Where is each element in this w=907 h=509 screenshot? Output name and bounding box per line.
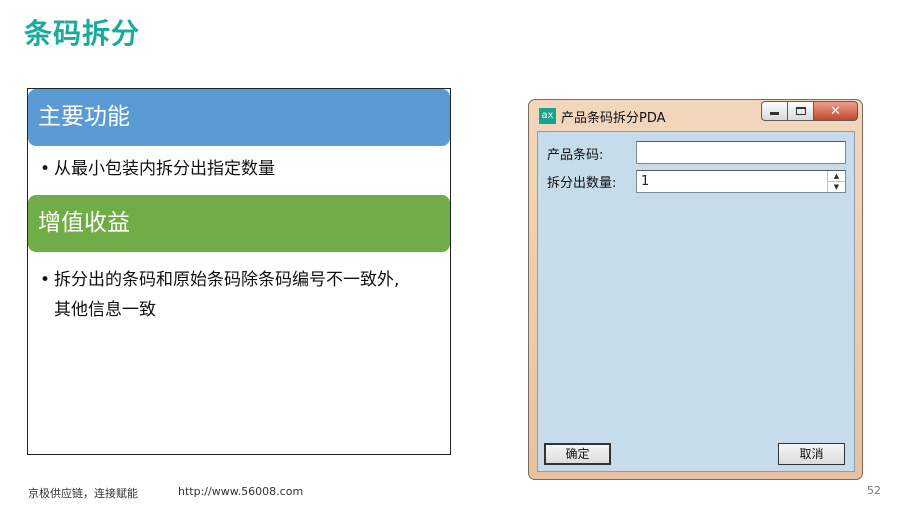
bullet-marker: • bbox=[40, 159, 51, 179]
spin-up-icon[interactable]: ▲ bbox=[828, 171, 845, 181]
quantity-label: 拆分出数量: bbox=[547, 176, 617, 191]
maximize-button[interactable] bbox=[788, 101, 814, 121]
page-number: 52 bbox=[867, 484, 881, 497]
spin-down-icon[interactable]: ▼ bbox=[828, 181, 845, 191]
slide-title: 条码拆分 bbox=[24, 17, 141, 50]
barcode-split-dialog: ax 产品条码拆分PDA ✕ 产品条码: 拆分出数量: 1 ▲ ▼ 确定 取消 bbox=[528, 99, 863, 480]
quantity-value: 1 bbox=[641, 174, 650, 189]
bullet-text-line2: 其他信息一致 bbox=[54, 300, 156, 320]
main-function-bullet: • 从最小包装内拆分出指定数量 bbox=[40, 154, 275, 184]
window-controls: ✕ bbox=[761, 101, 858, 121]
barcode-input[interactable] bbox=[636, 141, 846, 164]
minimize-icon bbox=[770, 112, 779, 115]
ok-button[interactable]: 确定 bbox=[544, 443, 611, 465]
bullet-text: 从最小包装内拆分出指定数量 bbox=[54, 159, 275, 179]
value-added-heading: 增值收益 bbox=[28, 195, 450, 252]
dialog-title: 产品条码拆分PDA bbox=[561, 111, 666, 126]
close-button[interactable]: ✕ bbox=[814, 101, 858, 121]
bullet-text-line1: 拆分出的条码和原始条码除条码编号不一致外, bbox=[54, 270, 400, 290]
cancel-button[interactable]: 取消 bbox=[778, 443, 845, 465]
footer-tagline: 京极供应链，连接赋能 bbox=[28, 487, 138, 500]
barcode-label: 产品条码: bbox=[547, 148, 604, 163]
bullet-marker: • bbox=[40, 270, 51, 290]
quantity-stepper[interactable]: 1 ▲ ▼ bbox=[636, 170, 846, 193]
dialog-titlebar[interactable]: ax 产品条码拆分PDA ✕ bbox=[529, 100, 862, 130]
dialog-client-area: 产品条码: 拆分出数量: 1 ▲ ▼ 确定 取消 bbox=[537, 131, 855, 472]
quantity-spinner: ▲ ▼ bbox=[827, 171, 845, 192]
value-added-bullet: • 拆分出的条码和原始条码除条码编号不一致外, 其他信息一致 bbox=[40, 265, 444, 325]
app-icon: ax bbox=[539, 108, 556, 124]
close-icon: ✕ bbox=[830, 103, 841, 119]
feature-panel: 主要功能 • 从最小包装内拆分出指定数量 增值收益 • 拆分出的条码和原始条码除条码… bbox=[27, 88, 451, 455]
minimize-button[interactable] bbox=[761, 101, 788, 121]
main-function-heading: 主要功能 bbox=[28, 89, 450, 146]
footer-url[interactable]: http://www.56008.com bbox=[178, 485, 303, 498]
maximize-icon bbox=[795, 107, 806, 115]
